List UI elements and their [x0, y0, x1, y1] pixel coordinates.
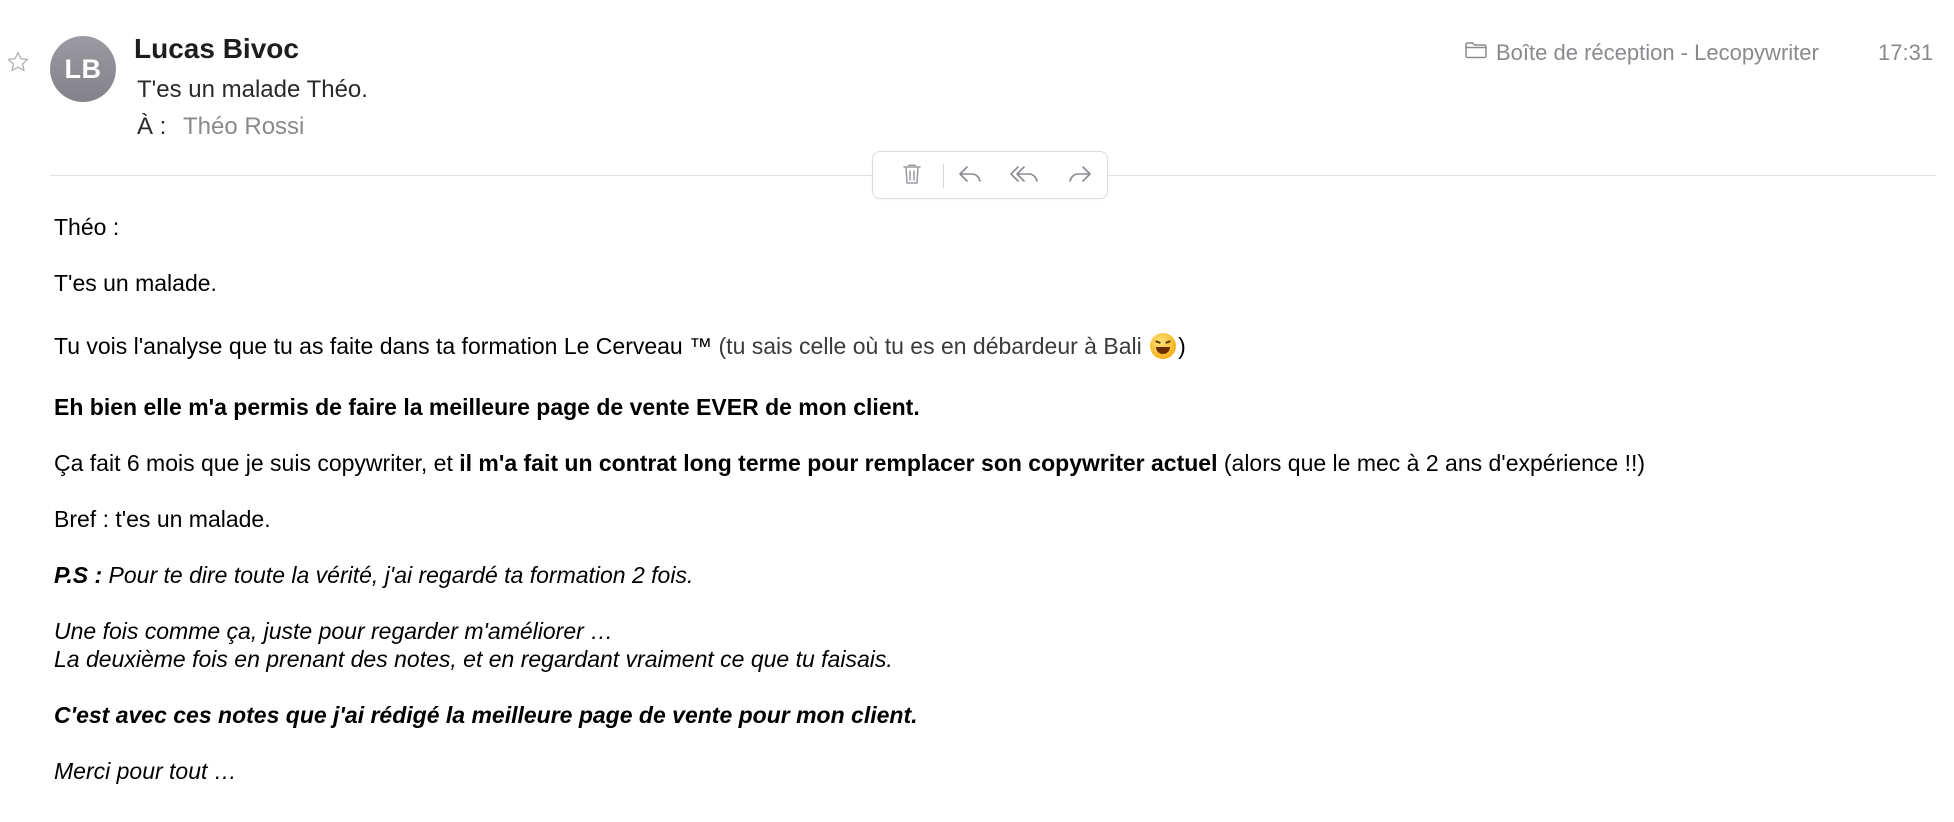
delete-button[interactable]: [897, 162, 927, 190]
recipient-name[interactable]: Théo Rossi: [183, 113, 304, 141]
body-line-bold: Eh bien elle m'a permis de faire la meil…: [54, 394, 920, 420]
mailbox-name: Boîte de réception - Lecopywriter: [1496, 40, 1819, 65]
grinning-emoji-icon: [1150, 333, 1177, 359]
avatar: LB: [50, 36, 116, 102]
toolbar-separator: [943, 164, 944, 188]
bold-text: il m'a fait un contrat long terme pour r…: [459, 450, 1218, 476]
message-toolbar: [872, 151, 1108, 199]
forward-button[interactable]: [1065, 162, 1095, 190]
timestamp: 17:31: [1878, 40, 1934, 65]
body-line: Tu vois l'analyse que tu as faite dans t…: [54, 333, 1186, 360]
body-line: Bref : t'es un malade.: [54, 506, 271, 532]
body-line: T'es un malade.: [54, 270, 217, 296]
mailbox-label[interactable]: Boîte de réception - Lecopywriter: [1464, 40, 1819, 66]
reply-all-button[interactable]: [1009, 162, 1039, 190]
body-line: La deuxième fois en prenant des notes, e…: [54, 646, 893, 672]
body-line: Merci pour tout …: [54, 758, 237, 784]
message-header: LB Lucas Bivoc T'es un malade Théo. À : …: [0, 0, 1954, 176]
ps-line: P.S : Pour te dire toute la vérité, j'ai…: [54, 562, 693, 589]
subject: T'es un malade Théo.: [137, 76, 368, 103]
body-text: (alors que le mec à 2 ans d'expérience !…: [1217, 450, 1646, 476]
aside-text: (tu sais celle où tu es en débardeur à B…: [718, 333, 1149, 359]
trash-icon: [901, 162, 923, 191]
to-label: À :: [137, 113, 167, 140]
reply-button[interactable]: [955, 162, 985, 190]
reply-icon: [957, 163, 983, 190]
reply-all-icon: [1008, 163, 1040, 190]
body-line: Ça fait 6 mois que je suis copywriter, e…: [54, 450, 1645, 477]
ps-text: Pour te dire toute la vérité, j'ai regar…: [102, 562, 694, 588]
body-line: Une fois comme ça, juste pour regarder m…: [54, 618, 614, 644]
forward-icon: [1067, 163, 1093, 190]
body-line-bold: C'est avec ces notes que j'ai rédigé la …: [54, 702, 918, 728]
greeting: Théo :: [54, 214, 120, 240]
aside-close: ): [1178, 333, 1186, 359]
star-icon[interactable]: [6, 50, 30, 74]
body-text: Tu vois l'analyse que tu as faite dans t…: [54, 333, 719, 359]
body-text: Ça fait 6 mois que je suis copywriter, e…: [54, 450, 460, 476]
folder-icon: [1464, 40, 1496, 66]
ps-label: P.S :: [54, 562, 103, 588]
sender-name[interactable]: Lucas Bivoc: [134, 33, 299, 65]
recipient-row: À : Théo Rossi: [137, 113, 304, 141]
